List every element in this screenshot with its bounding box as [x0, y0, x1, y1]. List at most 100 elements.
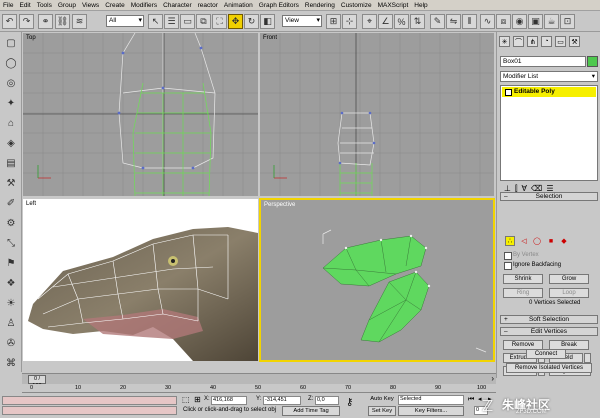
menu-maxscript[interactable]: MAXScript	[375, 0, 412, 11]
tab-particles-icon[interactable]: ❖	[4, 276, 18, 290]
time-slider-thumb[interactable]: 0 / 100	[28, 375, 46, 389]
time-slider[interactable]: 0 / 100 ›	[22, 373, 496, 389]
modify-tab-icon[interactable]: ⌒	[513, 36, 524, 47]
key-mode-dropdown[interactable]: Selected	[398, 395, 464, 405]
pivot-center-icon[interactable]: ⊞	[326, 14, 341, 29]
tab-materials-icon[interactable]: ⚙	[4, 216, 18, 230]
viewport-front-label[interactable]: Front	[263, 35, 277, 41]
menu-customize[interactable]: Customize	[338, 0, 375, 11]
render-type-icon[interactable]: ⊡	[560, 14, 575, 29]
snap-toggle-icon[interactable]: ⌖	[362, 14, 377, 29]
maxscript-listener-field[interactable]	[2, 396, 177, 405]
next-frame-arrow-icon[interactable]: ›	[491, 374, 494, 383]
motion-tab-icon[interactable]: ◔	[541, 36, 552, 47]
shrink-button[interactable]: Shrink	[503, 274, 543, 284]
modifier-list-dropdown[interactable]: Modifier List	[500, 71, 598, 82]
create-tab-icon[interactable]: ✳	[499, 36, 510, 47]
ring-button[interactable]: Ring	[503, 288, 543, 298]
viewport-perspective[interactable]: Perspective	[259, 198, 495, 362]
element-subobject-icon[interactable]: ◆	[559, 236, 569, 246]
tab-reactor-icon[interactable]: ✇	[4, 336, 18, 350]
angle-snap-icon[interactable]: ∠	[378, 14, 393, 29]
absolute-mode-icon[interactable]: ⊞	[194, 395, 201, 404]
viewport-left[interactable]: Left	[23, 199, 258, 361]
tab-render-icon[interactable]: ☀	[4, 296, 18, 310]
tab-controllers-icon[interactable]: ⤡	[4, 236, 18, 250]
vertex-subobject-icon[interactable]: ∴	[505, 236, 515, 246]
menu-graph-editors[interactable]: Graph Editors	[256, 0, 302, 11]
tab-cameras2-icon[interactable]: ⚑	[4, 256, 18, 270]
rectangular-selection-icon[interactable]: ▭	[180, 14, 195, 29]
menu-animation[interactable]: Animation	[221, 0, 256, 11]
tab-cameras-icon[interactable]: ⌂	[4, 116, 18, 130]
selection-rollout-header[interactable]: Selection	[500, 192, 598, 201]
previous-frame-icon[interactable]: ◂	[478, 395, 482, 404]
edge-subobject-icon[interactable]: ◁	[519, 236, 529, 246]
grow-button[interactable]: Grow	[549, 274, 589, 284]
tab-space-warps-icon[interactable]: ▤	[4, 156, 18, 170]
menu-group[interactable]: Group	[55, 0, 79, 11]
select-link-icon[interactable]: ⚭	[38, 14, 53, 29]
y-coordinate-field[interactable]: -314,451	[263, 396, 301, 405]
viewport-perspective-label[interactable]: Perspective	[264, 202, 295, 208]
stack-item-editable-poly[interactable]: Editable Poly	[502, 87, 596, 97]
edit-vertices-rollout-header[interactable]: Edit Vertices	[500, 327, 598, 336]
go-to-start-icon[interactable]: ⏮	[468, 395, 474, 404]
tab-script-icon[interactable]: ⌘	[4, 356, 18, 370]
polygon-subobject-icon[interactable]: ■	[546, 236, 556, 246]
curve-editor-icon[interactable]: ∿	[480, 14, 495, 29]
utilities-tab-icon[interactable]: ⚒	[569, 36, 580, 47]
object-name-field[interactable]: Box01	[500, 56, 586, 67]
menu-create[interactable]: Create	[102, 0, 128, 11]
remove-isolated-vertices-button[interactable]: Remove Isolated Vertices	[506, 363, 592, 373]
window-crossing-icon[interactable]: ⧉	[196, 14, 211, 29]
spinner-snap-icon[interactable]: ⇅	[410, 14, 425, 29]
auto-key-button[interactable]: Auto Key	[368, 395, 396, 405]
menu-modifiers[interactable]: Modifiers	[128, 0, 160, 11]
key-icon[interactable]: ⚷	[346, 398, 353, 408]
quick-render-icon[interactable]: ☕	[544, 14, 559, 29]
soft-selection-rollout-header[interactable]: Soft Selection	[500, 315, 598, 324]
viewport-top[interactable]: Top	[23, 33, 258, 196]
track-bar[interactable]: 0 10 20 30 40 50 60 70 80 90 100	[22, 384, 496, 393]
percent-snap-icon[interactable]: %	[394, 14, 409, 29]
tab-lights-icon[interactable]: ✦	[4, 96, 18, 110]
select-and-rotate-icon[interactable]: ↻	[244, 14, 259, 29]
select-and-scale-icon[interactable]: ◧	[260, 14, 275, 29]
select-by-name-icon[interactable]: ☰	[164, 14, 179, 29]
ignore-backfacing-checkbox[interactable]: Ignore Backfacing	[504, 261, 561, 270]
menu-edit[interactable]: Edit	[16, 0, 33, 11]
object-color-swatch[interactable]	[587, 56, 598, 67]
material-editor-icon[interactable]: ◉	[512, 14, 527, 29]
tab-modifiers-icon[interactable]: ⚒	[4, 176, 18, 190]
menu-help[interactable]: Help	[411, 0, 430, 11]
menu-views[interactable]: Views	[79, 0, 102, 11]
bind-space-warp-icon[interactable]: ≋	[72, 14, 87, 29]
selection-filter-dropdown[interactable]: All	[106, 15, 144, 27]
selection-lock-icon[interactable]: ⬚	[182, 395, 190, 404]
viewport-front[interactable]: Front	[260, 33, 494, 196]
loop-button[interactable]: Loop	[549, 288, 589, 298]
weld-settings-button[interactable]	[584, 353, 591, 363]
set-key-button[interactable]: Set Key	[368, 406, 396, 416]
select-and-manipulate-icon[interactable]: ⊹	[342, 14, 357, 29]
key-filters-button[interactable]: Key Filters...	[398, 406, 464, 416]
select-and-link-icon[interactable]: ⛶	[212, 14, 227, 29]
named-selection-icon[interactable]: ✎	[430, 14, 445, 29]
align-icon[interactable]: ⫴	[462, 14, 477, 29]
menu-rendering[interactable]: Rendering	[302, 0, 338, 11]
x-coordinate-field[interactable]: 416,168	[211, 396, 247, 405]
border-subobject-icon[interactable]: ◯	[532, 236, 542, 246]
render-setup-icon[interactable]: ▣	[528, 14, 543, 29]
hierarchy-tab-icon[interactable]: ⋔	[527, 36, 538, 47]
reference-coordinate-dropdown[interactable]: View	[282, 15, 322, 27]
display-tab-icon[interactable]: ▭	[555, 36, 566, 47]
mirror-icon[interactable]: ⇋	[446, 14, 461, 29]
schematic-view-icon[interactable]: ⧈	[496, 14, 511, 29]
tab-helpers-icon[interactable]: ◈	[4, 136, 18, 150]
tab-compounds-icon[interactable]: ◎	[4, 76, 18, 90]
viewport-top-label[interactable]: Top	[26, 35, 36, 41]
viewport-left-label[interactable]: Left	[26, 201, 36, 207]
select-object-icon[interactable]: ↖	[148, 14, 163, 29]
menu-file[interactable]: File	[0, 0, 16, 11]
